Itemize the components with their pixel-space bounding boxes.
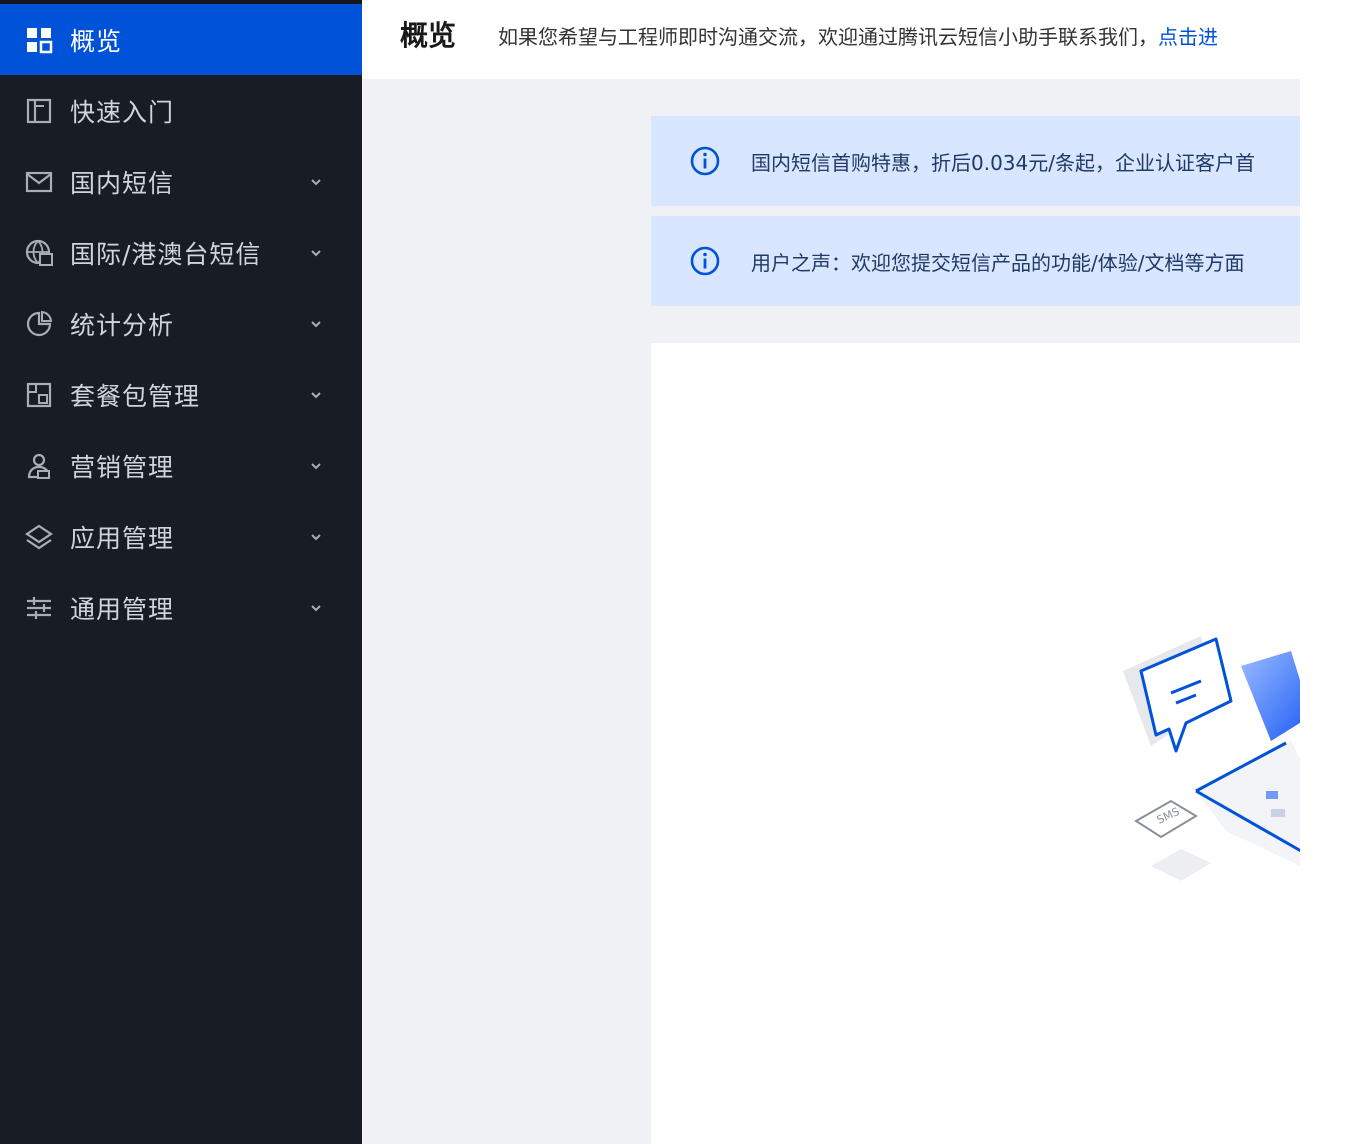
sidebar-item-label: 快速入门: [70, 97, 175, 127]
main-content: 概览 如果您希望与工程师即时沟通交流，欢迎通过腾讯云短信小助手联系我们，点击进 …: [362, 0, 1300, 1144]
chevron-down-icon[interactable]: [306, 314, 326, 334]
sidebar-item-label: 统计分析: [70, 310, 175, 340]
chevron-down-icon[interactable]: [306, 456, 326, 476]
header-note: 如果您希望与工程师即时沟通交流，欢迎通过腾讯云短信小助手联系我们，点击进: [498, 21, 1218, 50]
feedback-banner: 用户之声：欢迎您提交短信产品的功能/体验/文档等方面: [651, 216, 1300, 306]
pie-chart-icon: [22, 307, 56, 341]
sidebar-item-label: 通用管理: [70, 594, 175, 624]
sidebar-item-statistics[interactable]: 统计分析: [0, 288, 362, 359]
sidebar-item-label: 套餐包管理: [70, 381, 201, 411]
layers-icon: [22, 520, 56, 554]
chevron-down-icon[interactable]: [306, 598, 326, 618]
info-icon: [690, 146, 720, 176]
sidebar-item-label: 国内短信: [70, 168, 175, 198]
chevron-down-icon[interactable]: [306, 527, 326, 547]
sidebar-item-application[interactable]: 应用管理: [0, 501, 362, 572]
sidebar-item-label: 概览: [70, 26, 123, 56]
banner-text: 用户之声：欢迎您提交短信产品的功能/体验/文档等方面: [751, 250, 1245, 275]
sidebar-item-label: 国际/港澳台短信: [70, 239, 262, 269]
globe-message-icon: [22, 236, 56, 270]
package-icon: [22, 378, 56, 412]
sidebar-item-package[interactable]: 套餐包管理: [0, 359, 362, 430]
sms-illustration: SMS: [1123, 636, 1300, 881]
contact-link[interactable]: 点击进: [1158, 25, 1218, 49]
header-note-text: 如果您希望与工程师即时沟通交流，欢迎通过腾讯云短信小助手联系我们，: [498, 25, 1158, 49]
sidebar-item-label: 应用管理: [70, 523, 175, 553]
page-title: 概览: [400, 19, 457, 52]
mail-icon: [22, 165, 56, 199]
sidebar-item-general[interactable]: 通用管理: [0, 572, 362, 643]
sliders-icon: [22, 591, 56, 625]
sidebar-item-overview[interactable]: 概览: [0, 4, 362, 75]
grid-icon: [22, 23, 56, 57]
chevron-down-icon[interactable]: [306, 385, 326, 405]
page-header: 概览 如果您希望与工程师即时沟通交流，欢迎通过腾讯云短信小助手联系我们，点击进: [362, 0, 1300, 79]
content-card: SMS: [651, 343, 1300, 1144]
users-icon: [22, 449, 56, 483]
right-blank-area: [1300, 0, 1371, 1144]
sidebar-item-international-sms[interactable]: 国际/港澳台短信: [0, 217, 362, 288]
promo-banner: 国内短信首购特惠，折后0.034元/条起，企业认证客户首: [651, 116, 1300, 206]
sidebar: 概览 快速入门 国内短信 国际/港澳台短信 统计分析 套餐包管理 营销管理 应用…: [0, 0, 362, 1144]
sidebar-item-label: 营销管理: [70, 452, 175, 482]
sidebar-item-domestic-sms[interactable]: 国内短信: [0, 146, 362, 217]
sidebar-item-marketing[interactable]: 营销管理: [0, 430, 362, 501]
book-icon: [22, 94, 56, 128]
sidebar-item-quick-start[interactable]: 快速入门: [0, 75, 362, 146]
chevron-down-icon[interactable]: [306, 172, 326, 192]
banner-text: 国内短信首购特惠，折后0.034元/条起，企业认证客户首: [751, 150, 1255, 175]
chevron-down-icon[interactable]: [306, 243, 326, 263]
info-icon: [690, 246, 720, 276]
